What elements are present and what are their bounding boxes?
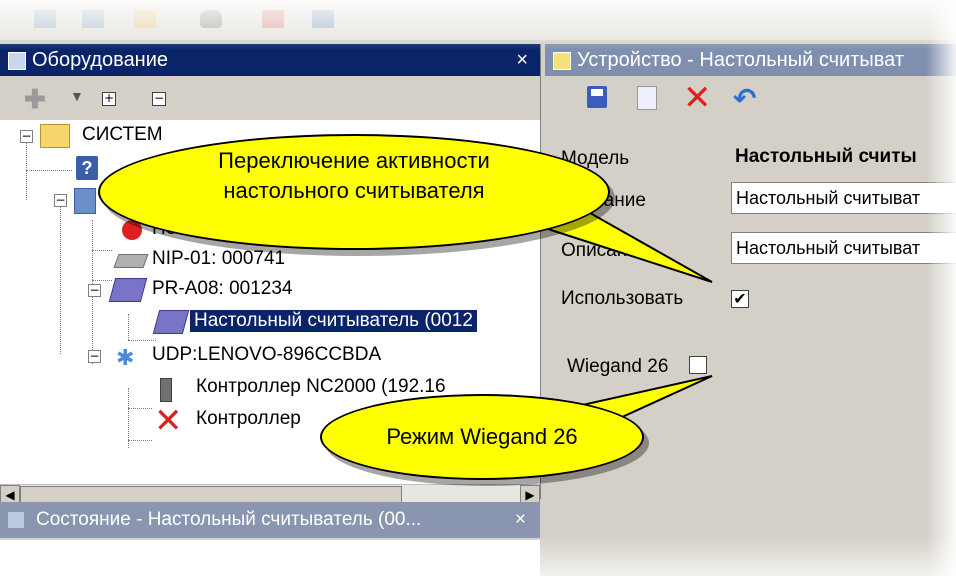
activity-callout-line2: настольного считывателя <box>223 178 485 203</box>
screenshot: Оборудование × ✚ ▼ + − − СИСТЕМ ? − NIP-… <box>0 0 956 576</box>
wiegand-callout-text: Режим Wiegand 26 <box>386 424 578 449</box>
activity-callout: Переключение активности настольного счит… <box>98 134 610 250</box>
activity-callout-line1: Переключение активности <box>218 148 490 173</box>
callout-tails <box>517 194 713 430</box>
application-window: Оборудование × ✚ ▼ + − − СИСТЕМ ? − NIP-… <box>0 0 956 576</box>
wiegand-callout: Режим Wiegand 26 <box>320 394 644 480</box>
